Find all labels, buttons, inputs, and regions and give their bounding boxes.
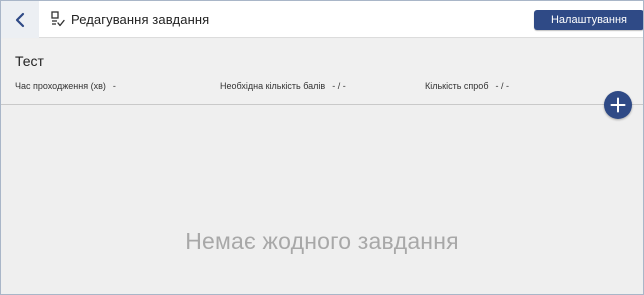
settings-button[interactable]: Налаштування	[534, 10, 643, 30]
empty-state-message: Немає жодного завдання	[185, 228, 459, 254]
top-bar: Редагування завдання Налаштування	[1, 1, 643, 38]
section-divider	[1, 104, 643, 105]
duration-stat: Час проходження (хв) -	[15, 81, 116, 91]
required-score-stat: Необхідна кількість балів - / -	[220, 81, 346, 91]
add-task-button[interactable]	[604, 91, 632, 119]
duration-label: Час проходження (хв)	[15, 81, 106, 91]
required-score-value: - / -	[332, 81, 346, 91]
app-window: Редагування завдання Налаштування Тест Ч…	[0, 0, 644, 295]
page-title: Редагування завдання	[71, 12, 210, 27]
attempts-stat: Кількість спроб - / -	[425, 81, 509, 91]
plus-icon	[610, 97, 626, 113]
test-name: Тест	[15, 53, 44, 69]
attempts-label: Кількість спроб	[425, 81, 489, 91]
chevron-left-icon	[15, 12, 25, 27]
task-list-icon	[51, 11, 65, 27]
attempts-value: - / -	[495, 81, 509, 91]
back-button[interactable]	[1, 1, 39, 38]
required-score-label: Необхідна кількість балів	[220, 81, 326, 91]
duration-value: -	[112, 81, 116, 91]
test-summary: Тест Час проходження (хв) - Необхідна кіл…	[1, 39, 643, 104]
